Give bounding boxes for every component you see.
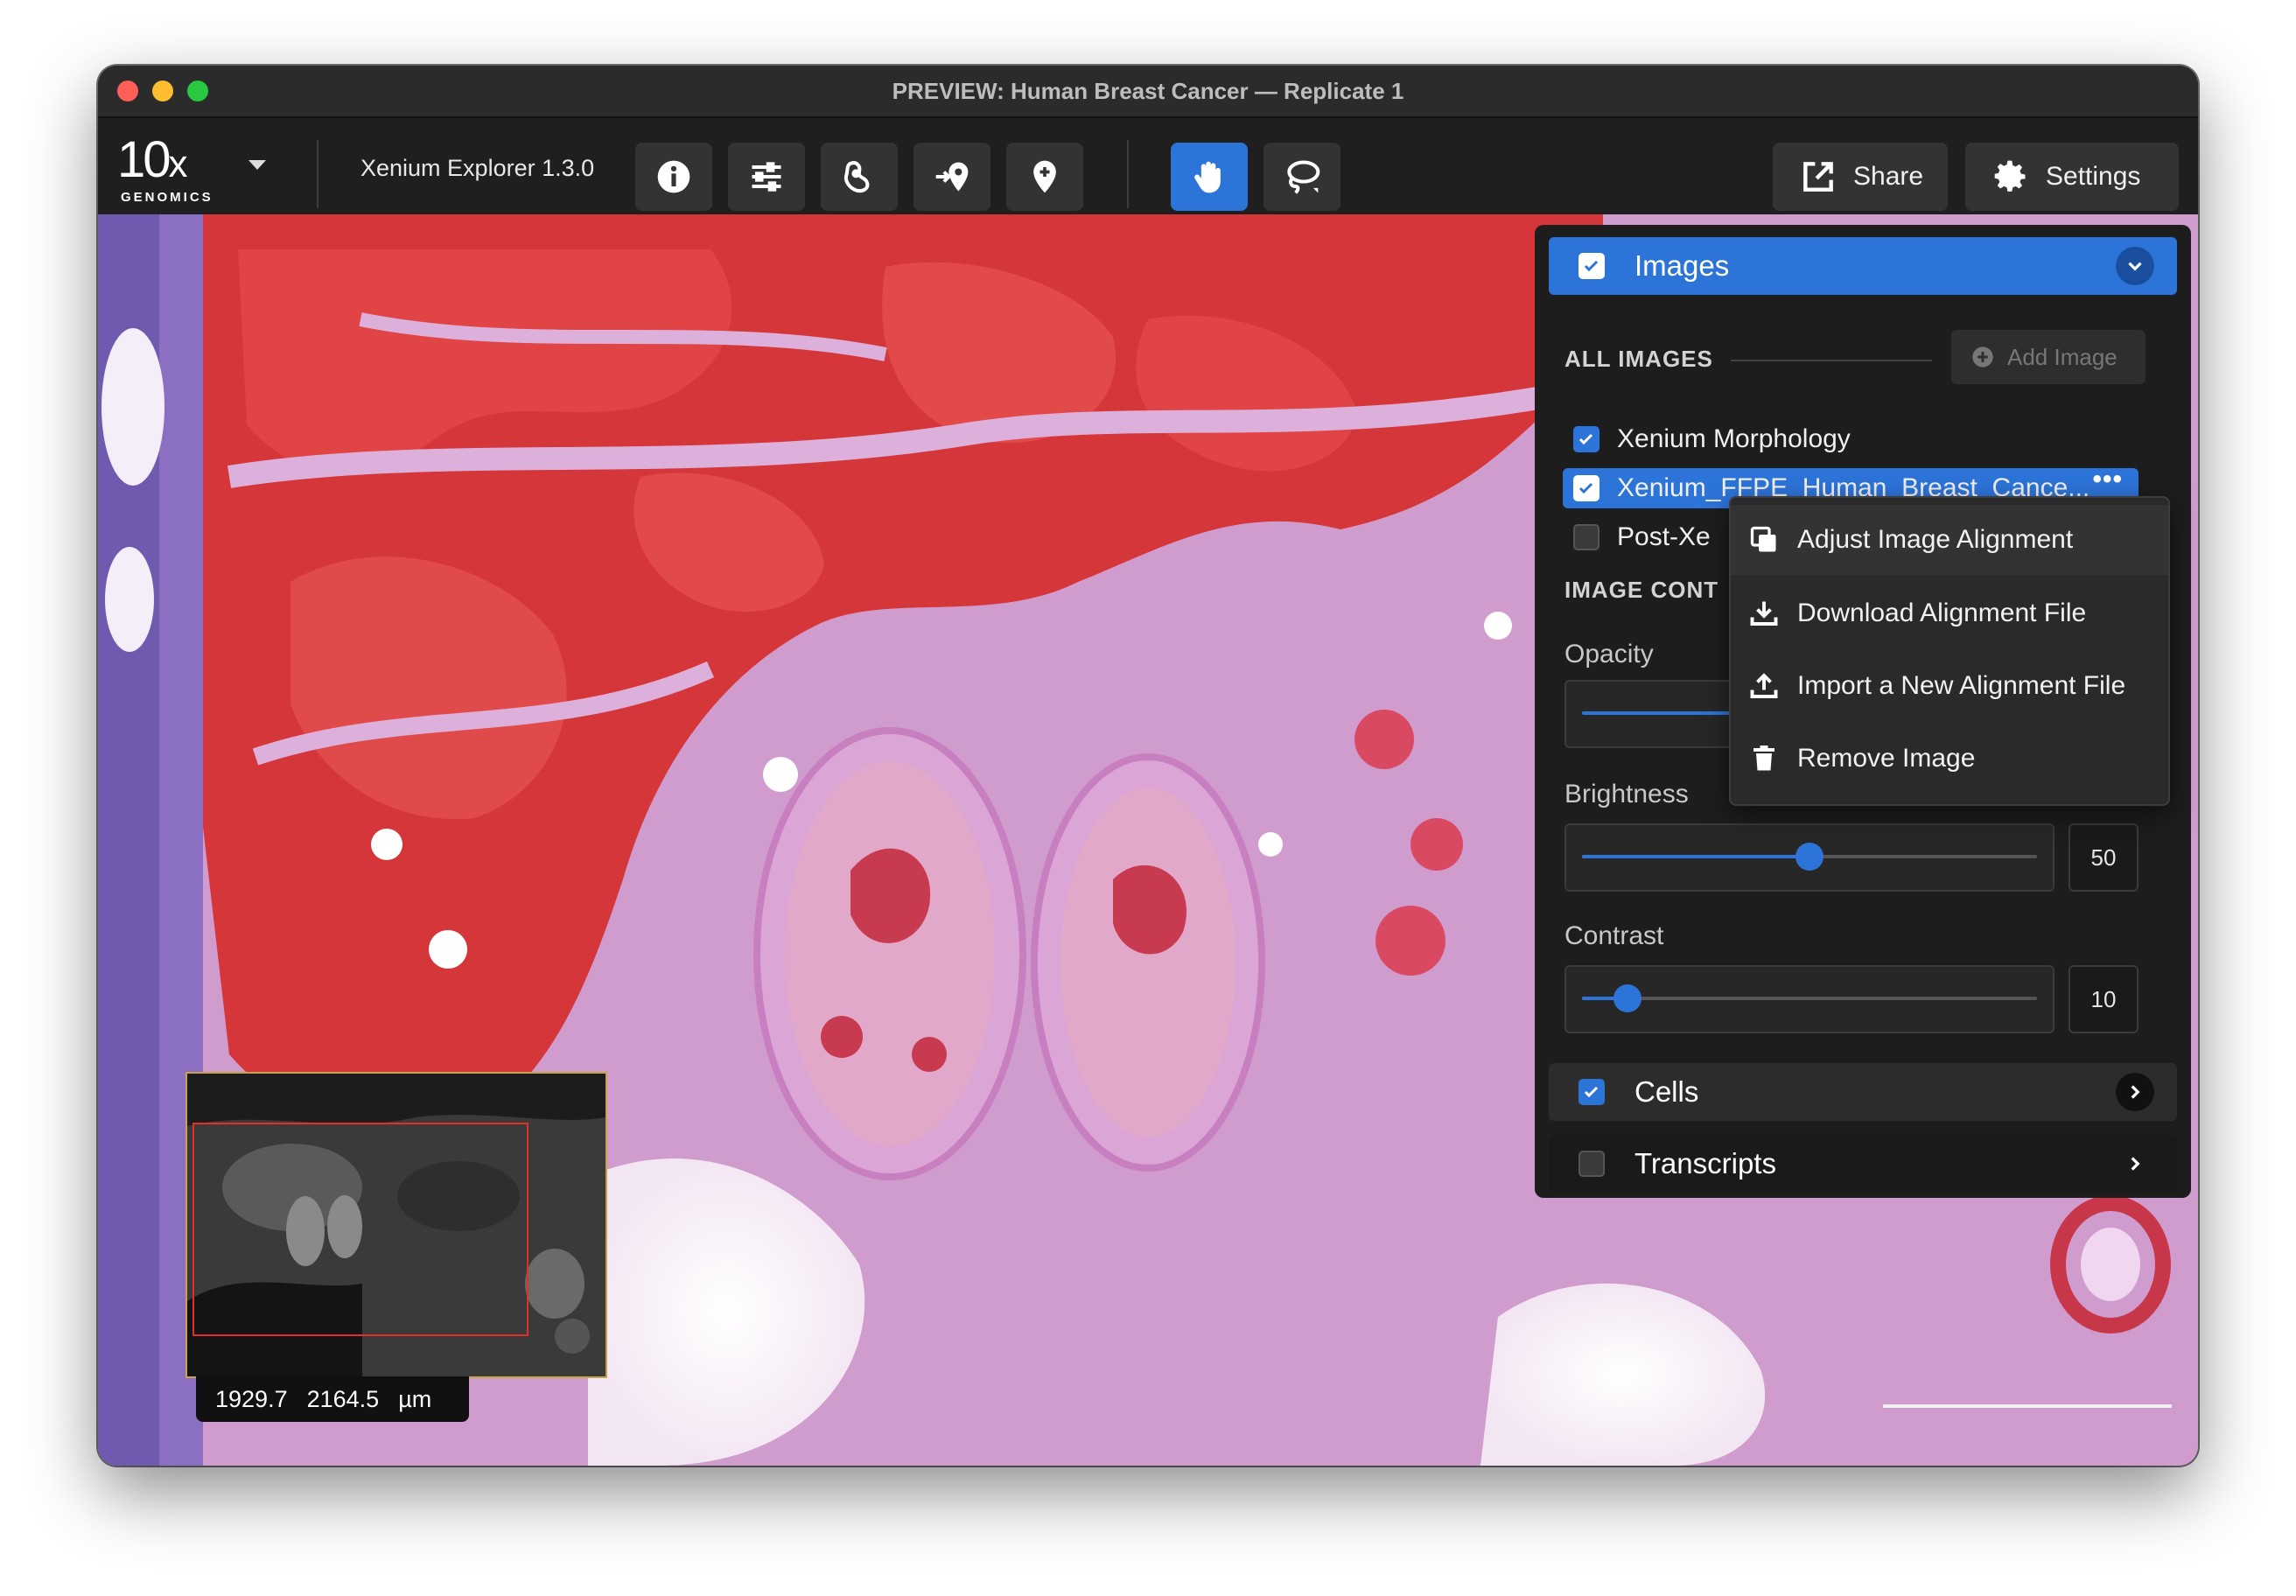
share-label: Share (1853, 162, 1924, 191)
contrast-slider[interactable] (1564, 965, 2054, 1033)
upload-icon (1750, 673, 1778, 698)
hand-pan-icon (1194, 161, 1221, 193)
settings-label: Settings (2046, 162, 2141, 191)
checkmark-icon (1584, 260, 1599, 272)
collapse-images-button[interactable] (2116, 247, 2154, 285)
brightness-slider[interactable] (1564, 823, 2054, 892)
share-button[interactable]: Share (1773, 143, 1948, 211)
import-alignment-file-item[interactable]: Import a New Alignment File (1731, 651, 2168, 721)
brightness-slider-handle[interactable] (1796, 843, 1824, 871)
go-to-location-button[interactable] (914, 143, 990, 211)
coordinate-x: 1929.7 (215, 1385, 288, 1412)
trash-icon (1754, 746, 1774, 771)
coordinate-unit: µm (398, 1385, 432, 1412)
pan-tool-button[interactable] (1171, 143, 1248, 211)
chevron-right-icon (2131, 1085, 2140, 1099)
checkmark-icon (1578, 433, 1593, 445)
contrast-slider-handle[interactable] (1614, 984, 1642, 1012)
image-options-menu: Adjust Image Alignment Download Alignmen… (1729, 496, 2170, 806)
info-button[interactable] (635, 143, 712, 211)
chevron-down-icon (2128, 262, 2142, 271)
more-options-icon[interactable]: ••• (2092, 465, 2123, 494)
image-item-checkbox[interactable] (1573, 426, 1600, 452)
all-images-label: ALL IMAGES (1564, 346, 1713, 372)
image-item-xenium-morphology[interactable]: Xenium Morphology (1563, 419, 2138, 459)
add-pin-button[interactable] (1006, 143, 1083, 211)
brightness-value-field[interactable]: 50 (2068, 823, 2138, 892)
plus-circle-icon (1972, 346, 1993, 368)
copy-icon (1750, 526, 1776, 552)
expand-cells-button[interactable] (2116, 1073, 2154, 1111)
divider (1731, 360, 1932, 361)
toolbar-divider (317, 140, 318, 208)
image-item-checkbox[interactable] (1573, 524, 1600, 550)
cell-selection-button[interactable] (821, 143, 898, 211)
images-section-header[interactable]: Images (1549, 237, 2177, 295)
images-checkbox[interactable] (1578, 253, 1605, 279)
cells-section-title: Cells (1634, 1075, 1699, 1108)
settings-button[interactable]: Settings (1965, 143, 2179, 211)
transcripts-checkbox[interactable] (1578, 1151, 1605, 1177)
adjust-image-alignment-item[interactable]: Adjust Image Alignment (1731, 505, 2168, 575)
expand-transcripts-button[interactable] (2116, 1144, 2154, 1183)
toolbar-divider (1127, 140, 1129, 208)
share-icon (1803, 162, 1833, 192)
info-icon (657, 160, 690, 193)
app-window: PREVIEW: Human Breast Cancer — Replicate… (98, 66, 2198, 1466)
contrast-label: Contrast (1564, 921, 1664, 950)
contrast-value-field[interactable]: 10 (2068, 965, 2138, 1033)
images-section-title: Images (1634, 249, 1730, 282)
minimap-viewport-indicator[interactable] (192, 1123, 528, 1336)
cells-section-header[interactable]: Cells (1549, 1063, 2177, 1121)
window-title: PREVIEW: Human Breast Cancer — Replicate… (892, 78, 1404, 104)
coordinate-y: 2164.5 (306, 1385, 380, 1412)
adjustments-button[interactable] (728, 143, 805, 211)
brightness-label: Brightness (1564, 780, 1689, 808)
overview-minimap[interactable] (186, 1072, 607, 1378)
title-bar: PREVIEW: Human Breast Cancer — Replicate… (98, 66, 2198, 118)
lasso-tool-button[interactable] (1264, 143, 1340, 211)
add-image-button[interactable]: Add Image (1951, 330, 2146, 384)
checkmark-icon (1578, 482, 1593, 494)
cells-checkbox[interactable] (1578, 1079, 1605, 1105)
scale-bar (1883, 1404, 2172, 1408)
toolbar: 10x GENOMICS Xenium Explorer 1.3.0 Share… (98, 118, 2198, 214)
chevron-right-icon (2131, 1157, 2140, 1171)
image-controls-label: IMAGE CONT (1564, 577, 1719, 603)
pin-icon (1033, 160, 1056, 193)
image-item-label: Post-Xe (1617, 522, 1711, 551)
app-version-label: Xenium Explorer 1.3.0 (360, 155, 595, 181)
lasso-icon (1287, 160, 1320, 194)
image-item-checkbox[interactable] (1573, 475, 1600, 501)
sliders-icon (752, 162, 781, 192)
checkmark-icon (1584, 1086, 1599, 1098)
opacity-label: Opacity (1564, 640, 1654, 668)
cell-lasso-icon (844, 161, 870, 193)
download-alignment-file-item[interactable]: Download Alignment File (1731, 578, 2168, 648)
company-logo: 10x GENOMICS (117, 131, 214, 205)
transcripts-section-header[interactable]: Transcripts (1549, 1135, 2177, 1193)
transcripts-section-title: Transcripts (1634, 1147, 1776, 1180)
remove-image-item[interactable]: Remove Image (1731, 724, 2168, 794)
gear-icon (1994, 160, 2026, 192)
tissue-image-viewer[interactable]: 1929.7 2164.5 µm Images ALL IMAGES Add I… (98, 214, 2198, 1466)
cursor-coordinates: 1929.7 2164.5 µm (196, 1376, 469, 1422)
image-item-label: Xenium Morphology (1617, 424, 1851, 453)
go-to-location-icon (935, 162, 969, 192)
logo-menu-caret-icon[interactable] (248, 160, 266, 170)
download-icon (1750, 601, 1778, 626)
